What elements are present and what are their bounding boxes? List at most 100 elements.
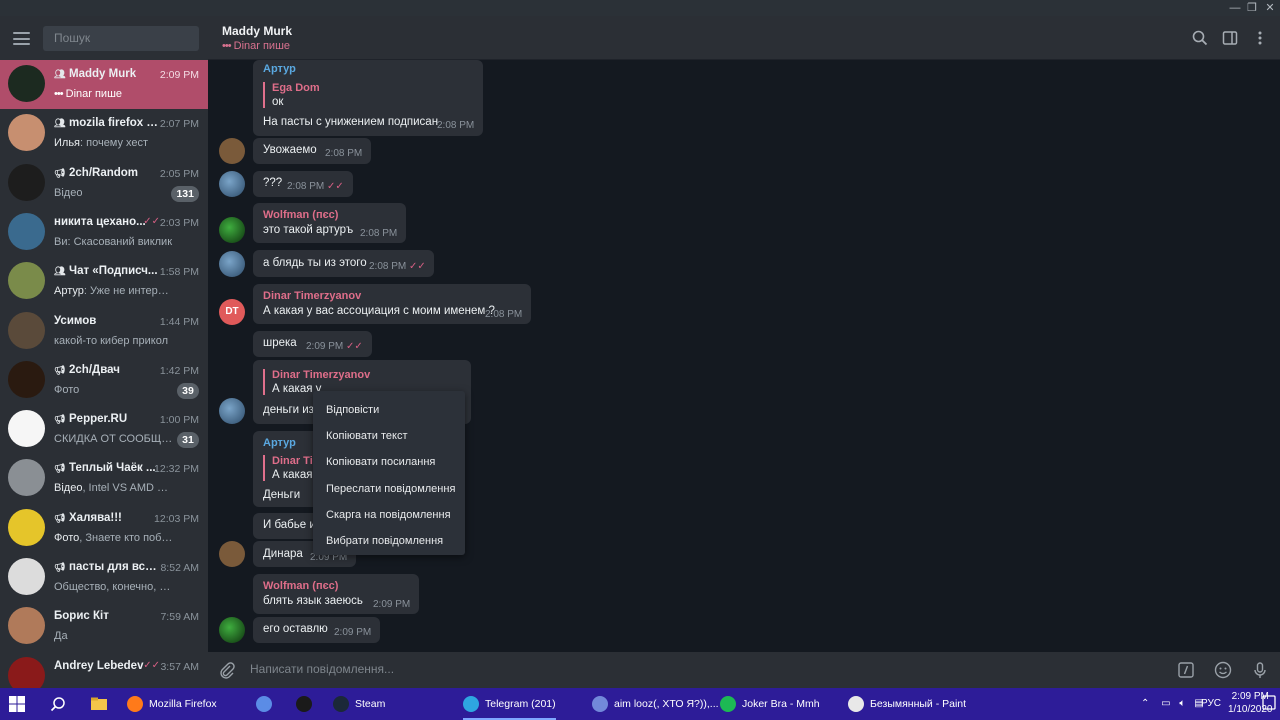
volume-icon[interactable]: 🔈︎ bbox=[1179, 698, 1185, 709]
chat-name: 👥︎ Maddy Murk bbox=[54, 68, 137, 80]
message-text: А какая у вас ассоциация с моим именем ? bbox=[263, 305, 495, 317]
user-avatar[interactable] bbox=[219, 251, 245, 277]
chat-preview: какой-то кибер прикол bbox=[54, 334, 168, 347]
chevron-up-icon[interactable]: ⌃ bbox=[1141, 698, 1149, 709]
microphone-icon[interactable] bbox=[1251, 661, 1269, 679]
channel-megaphone-icon: 📢︎ bbox=[54, 414, 66, 425]
message-bubble[interactable]: Артур Ega Dom ок На пасты с унижением по… bbox=[253, 60, 483, 136]
quote-text: ок bbox=[272, 96, 284, 108]
user-avatar[interactable] bbox=[219, 217, 245, 243]
channel-megaphone-icon: 📢︎ bbox=[54, 512, 66, 523]
emoji-icon[interactable] bbox=[1214, 661, 1232, 679]
taskbar-app-button[interactable]: Mozilla Firefox bbox=[127, 688, 217, 720]
chat-list-item[interactable]: 📢︎ Теплый Чаёк ... 12:32 PM Відео, Intel … bbox=[0, 454, 208, 503]
chat-avatar bbox=[8, 262, 45, 300]
read-check-icon: ✓✓ bbox=[409, 261, 426, 272]
chat-time: 12:03 PM bbox=[154, 512, 199, 525]
message-bubble[interactable]: Wolfman (пєс) это такой артуръ 2:08 PM bbox=[253, 203, 406, 243]
message-time: 2:08 PM ✓✓ bbox=[369, 261, 426, 272]
more-options-icon[interactable] bbox=[1252, 30, 1268, 46]
search-input[interactable]: Пошук bbox=[43, 26, 199, 51]
taskbar-app-button[interactable] bbox=[256, 688, 278, 720]
window-titlebar: — ❐ ✕ bbox=[0, 0, 1280, 16]
language-indicator[interactable]: РУС bbox=[1201, 688, 1221, 720]
reply-quote[interactable]: Ega Dom ок bbox=[263, 82, 320, 108]
close-button[interactable]: ✕ bbox=[1261, 0, 1279, 16]
chat-avatar bbox=[8, 558, 45, 595]
chat-avatar bbox=[8, 656, 45, 688]
message-bubble[interactable]: его оставлю 2:09 PM bbox=[253, 617, 380, 643]
chat-time: 8:52 AM bbox=[160, 562, 199, 574]
chat-title[interactable]: Maddy Murk bbox=[222, 24, 292, 38]
menu-item-report[interactable]: Скарга на повідомлення bbox=[313, 502, 465, 528]
chat-list-item[interactable]: 📢︎ 2ch/Двач 1:42 PM Фото 39 bbox=[0, 356, 208, 405]
read-check-icon: ✓✓ bbox=[143, 659, 160, 671]
sidebar-toggle-icon[interactable] bbox=[1222, 30, 1238, 46]
user-avatar[interactable] bbox=[219, 171, 245, 197]
message-text: шрека bbox=[263, 337, 297, 349]
taskbar-app-button[interactable]: Joker Bra - Mmh bbox=[720, 688, 820, 720]
message-bubble[interactable]: шрека 2:09 PM ✓✓ bbox=[253, 331, 372, 357]
menu-item-copy-text[interactable]: Копіювати текст bbox=[313, 423, 465, 449]
search-taskbar-icon[interactable] bbox=[50, 688, 70, 720]
chat-time: 2:05 PM bbox=[159, 167, 199, 180]
unread-badge: 131 bbox=[171, 185, 199, 202]
message-bubble[interactable]: Dinar Timerzyanov А какая у вас ассоциац… bbox=[253, 284, 531, 324]
chat-list-item[interactable]: никита цехано... ✓✓ 2:03 PM Ви: Скасован… bbox=[0, 208, 208, 257]
user-avatar[interactable] bbox=[219, 138, 245, 164]
minimize-button[interactable]: — bbox=[1226, 0, 1244, 16]
user-avatar[interactable] bbox=[219, 617, 245, 643]
chat-avatar bbox=[8, 410, 45, 448]
menu-item-reply[interactable]: Відповісти bbox=[313, 397, 465, 423]
chat-list-item[interactable]: Усимов 1:44 PM какой-то кибер прикол bbox=[0, 307, 208, 356]
message-time: 2:08 PM bbox=[485, 309, 523, 320]
chat-list-item[interactable]: 👥︎ mozila firefox 2... 2:07 PM Илья: поче… bbox=[0, 109, 208, 158]
chat-list-item[interactable]: Andrey Lebedev ✓✓ 3:57 AM bbox=[0, 652, 208, 688]
taskbar-app-button[interactable]: Steam bbox=[333, 688, 385, 720]
chat-name: 📢︎ пасты для все... bbox=[54, 561, 158, 573]
chat-preview: Відео bbox=[54, 186, 83, 199]
chat-avatar bbox=[8, 163, 45, 201]
chat-list-item[interactable]: 📢︎ Pepper.RU 1:00 PM СКИДКА ОТ СООБЩЕС...… bbox=[0, 405, 208, 454]
menu-icon[interactable] bbox=[13, 32, 30, 45]
restore-button[interactable]: ❐ bbox=[1243, 0, 1261, 16]
file-explorer-icon[interactable] bbox=[90, 688, 108, 720]
message-bubble[interactable]: а блядь ты из этого 2:08 PM ✓✓ bbox=[253, 250, 434, 277]
user-avatar[interactable] bbox=[219, 541, 245, 567]
message-input[interactable]: Написати повідомлення... bbox=[250, 662, 394, 676]
chat-preview: ••• Dinar пише bbox=[54, 88, 123, 100]
taskbar-app-button[interactable]: Безымянный - Paint bbox=[848, 688, 966, 720]
message-bubble[interactable]: Увожаемо 2:08 PM bbox=[253, 138, 371, 164]
app-icon bbox=[592, 696, 608, 713]
menu-item-copy-link[interactable]: Копіювати посилання bbox=[313, 449, 465, 475]
menu-item-select[interactable]: Вибрати повідомлення bbox=[313, 528, 465, 554]
network-icon[interactable]: ▭ bbox=[1161, 698, 1170, 709]
chat-name: Усимов bbox=[54, 314, 97, 327]
taskbar-app-button[interactable]: aim looz(, ХТО Я?)),... bbox=[592, 688, 719, 720]
chat-list-item[interactable]: Борис Кіт 7:59 AM Да bbox=[0, 602, 208, 651]
windows-start-icon[interactable] bbox=[8, 695, 26, 713]
taskbar-app-button[interactable] bbox=[296, 688, 318, 720]
chat-list-item[interactable]: 📢︎ 2ch/Random 2:05 PM Відео 131 bbox=[0, 159, 208, 208]
message-bubble[interactable]: ??? 2:08 PM ✓✓ bbox=[253, 171, 353, 197]
bot-commands-icon[interactable] bbox=[1177, 661, 1195, 679]
initials-avatar[interactable]: DT bbox=[219, 299, 245, 325]
attach-icon[interactable] bbox=[218, 661, 236, 679]
chat-list-item[interactable]: 📢︎ Халява!!! 12:03 PM Фото, Знаете кто по… bbox=[0, 504, 208, 553]
chat-time: 2:09 PM bbox=[159, 69, 199, 81]
chat-avatar bbox=[8, 607, 45, 645]
message-area: Артур Ega Dom ок На пасты с унижением по… bbox=[208, 60, 1280, 652]
chat-list-item[interactable]: 👥︎ Чат «Подписч... 1:58 PM Артур: Уже не … bbox=[0, 257, 208, 306]
chat-preview: Відео, Intel VS AMD 2019 bbox=[54, 482, 174, 495]
menu-item-forward[interactable]: Переслати повідомлення bbox=[313, 476, 465, 502]
chat-list-item[interactable]: 📢︎ пасты для все... 8:52 AM Общество, кон… bbox=[0, 553, 208, 602]
chat-list-item[interactable]: 👥︎ Maddy Murk 2:09 PM ••• Dinar пише bbox=[0, 60, 208, 109]
notifications-icon[interactable] bbox=[1262, 694, 1276, 712]
message-bubble[interactable]: Wolfman (пєс) блять язык заеюсь 2:09 PM bbox=[253, 574, 419, 614]
message-text: На пасты с унижением подписан bbox=[263, 116, 439, 128]
user-avatar[interactable] bbox=[219, 398, 245, 424]
search-icon[interactable] bbox=[1192, 30, 1208, 46]
taskbar-app-button[interactable]: Telegram (201) bbox=[463, 688, 556, 720]
chat-preview: Ви: Скасований виклик bbox=[54, 235, 173, 248]
chat-list-sidebar: Пошук 👥︎ Maddy Murk 2:09 PM ••• Dinar пиш… bbox=[0, 16, 208, 688]
